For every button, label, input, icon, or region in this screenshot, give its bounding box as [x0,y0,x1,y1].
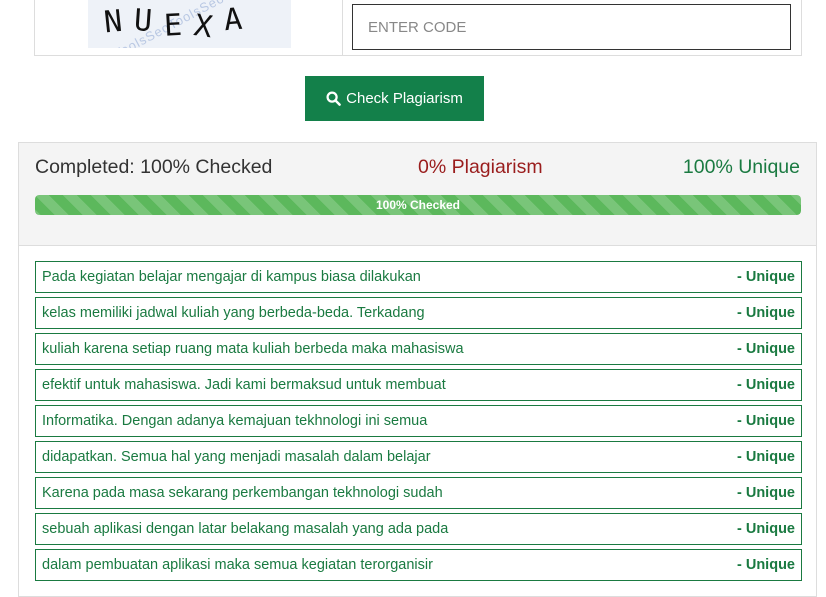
captcha-code-input[interactable] [352,4,791,50]
sentence-status: - Unique [737,413,795,429]
sentence-status: - Unique [737,305,795,321]
sentence-list: Pada kegiatan belajar mengajar di kampus… [35,261,802,585]
sentence-status: - Unique [737,449,795,465]
captcha-letter: N [102,2,136,41]
check-plagiarism-button[interactable]: Check Plagiarism [305,76,484,121]
progress-label: 100% Checked [375,198,461,212]
sentence-text: sebuah aplikasi dengan latar belakang ma… [42,521,449,537]
sentence-text: Pada kegiatan belajar mengajar di kampus… [42,269,421,285]
sentence-row: didapatkan. Semua hal yang menjadi masal… [35,441,802,473]
sentence-status: - Unique [737,557,795,573]
unique-percentage: 100% Unique [682,156,800,178]
sentence-text: kelas memiliki jadwal kuliah yang berbed… [42,305,425,321]
result-panel: Completed: 100% Checked 0% Plagiarism 10… [18,142,817,597]
captcha-image: SeoToolsSeoToolsSeoTools SeoToolsSeoTool… [88,0,291,48]
sentence-text: kuliah karena setiap ruang mata kuliah b… [42,341,464,357]
progress-fill: 100% Checked [35,195,801,215]
result-header: Completed: 100% Checked 0% Plagiarism 10… [19,143,816,246]
sentence-row: dalam pembuatan aplikasi maka semua kegi… [35,549,802,581]
sentence-row: kelas memiliki jadwal kuliah yang berbed… [35,297,802,329]
captcha-text: NUEXA [102,0,256,47]
check-plagiarism-label: Check Plagiarism [346,90,463,107]
sentence-text: Informatika. Dengan adanya kemajuan tekh… [42,413,428,429]
plagiarism-percentage: 0% Plagiarism [418,156,543,178]
sentence-status: - Unique [737,377,795,393]
completed-status: Completed: 100% Checked [35,156,273,178]
captcha-divider [342,0,343,56]
captcha-letter: E [163,7,196,44]
progress-bar: 100% Checked [35,195,801,215]
sentence-row: efektif untuk mahasiswa. Jadi kami berma… [35,369,802,401]
search-icon [326,91,341,106]
sentence-status: - Unique [737,485,795,501]
sentence-row: sebuah aplikasi dengan latar belakang ma… [35,513,802,545]
sentence-text: dalam pembuatan aplikasi maka semua kegi… [42,557,433,573]
sentence-status: - Unique [737,521,795,537]
sentence-text: efektif untuk mahasiswa. Jadi kami berma… [42,377,446,393]
captcha-letter: X [191,8,227,47]
sentence-row: Pada kegiatan belajar mengajar di kampus… [35,261,802,293]
sentence-status: - Unique [737,269,795,285]
sentence-text: Karena pada masa sekarang perkembangan t… [42,485,443,501]
sentence-row: kuliah karena setiap ruang mata kuliah b… [35,333,802,365]
sentence-row: Informatika. Dengan adanya kemajuan tekh… [35,405,802,437]
captcha-letter: A [222,0,256,39]
captcha-letter: U [132,2,166,41]
sentence-status: - Unique [737,341,795,357]
sentence-row: Karena pada masa sekarang perkembangan t… [35,477,802,509]
sentence-text: didapatkan. Semua hal yang menjadi masal… [42,449,431,465]
